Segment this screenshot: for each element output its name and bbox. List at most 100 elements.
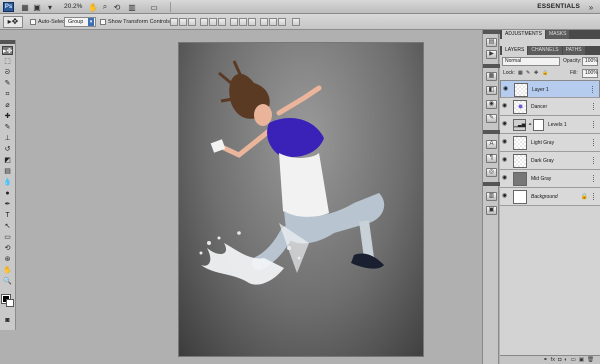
arrange-documents-button[interactable]: ▥ [126, 2, 138, 12]
background-color-swatch[interactable] [6, 299, 14, 307]
visibility-eye-icon[interactable]: ◉ [503, 86, 510, 92]
tab-paths[interactable]: PATHS [562, 46, 585, 55]
distribute-hcenter-icon[interactable] [269, 18, 277, 26]
delete-layer-icon[interactable]: 🗑 [587, 357, 594, 363]
brush-tool[interactable]: ✎ [2, 123, 13, 132]
eyedropper-tool[interactable]: ⌀ [2, 101, 13, 110]
show-transform-checkbox[interactable] [100, 19, 106, 25]
healing-tool[interactable]: ✚ [2, 112, 13, 121]
visibility-eye-icon[interactable]: ◉ [502, 139, 509, 145]
quick-mask-icon[interactable]: ◙ [2, 316, 13, 325]
zoom-tool[interactable]: 🔍 [2, 277, 13, 286]
distribute-bottom-icon[interactable] [248, 18, 256, 26]
add-mask-icon[interactable]: ◘ [558, 357, 561, 363]
layer-name[interactable]: Dancer [531, 104, 547, 110]
navigator-icon[interactable]: ◉ [486, 100, 497, 109]
lasso-tool[interactable]: ᘐ [2, 68, 13, 77]
align-bottom-icon[interactable] [188, 18, 196, 26]
visibility-eye-icon[interactable]: ◉ [502, 157, 509, 163]
lock-transparent-icon[interactable]: ▦ [518, 69, 523, 77]
swatches-icon[interactable]: ▦ [486, 72, 497, 81]
layer-mask-thumbnail[interactable] [533, 119, 544, 131]
layer-row[interactable]: ◉ Layer 1 [500, 80, 600, 98]
notes-icon[interactable]: ▣ [486, 206, 497, 215]
actions-icon[interactable]: ▶ [486, 50, 497, 59]
layer-row[interactable]: ◉ Dancer [500, 98, 600, 116]
distribute-top-icon[interactable] [230, 18, 238, 26]
minibridge-icon[interactable]: ▣ [32, 2, 42, 12]
tab-channels[interactable]: CHANNELS [528, 46, 562, 55]
distribute-left-icon[interactable] [260, 18, 268, 26]
blur-tool[interactable]: 💧 [2, 178, 13, 187]
opacity-field[interactable]: 100% [582, 57, 598, 66]
auto-select-checkbox[interactable] [30, 19, 36, 25]
layer-row[interactable]: ◉ Dark Gray [500, 152, 600, 170]
fill-field[interactable]: 100% [582, 69, 598, 78]
distribute-vcenter-icon[interactable] [239, 18, 247, 26]
align-vcenter-icon[interactable] [179, 18, 187, 26]
layer-name[interactable]: Light Gray [531, 140, 554, 146]
align-hcenter-icon[interactable] [209, 18, 217, 26]
tab-adjustments[interactable]: ADJUSTMENTS [502, 30, 545, 39]
visibility-eye-icon[interactable]: ◉ [502, 103, 509, 109]
crop-tool[interactable]: ⌗ [2, 90, 13, 99]
link-icon[interactable]: ⚭ [528, 122, 532, 128]
styles-icon[interactable]: ◧ [486, 86, 497, 95]
workspace-menu-icon[interactable]: » [586, 2, 596, 12]
character-icon[interactable]: A [486, 140, 497, 149]
quick-select-tool[interactable]: ✎ [2, 79, 13, 88]
screen-mode-button[interactable]: ▭ [148, 2, 160, 12]
zoom-level[interactable]: 20.2% [64, 2, 82, 12]
paragraph-icon[interactable]: ¶ [486, 154, 497, 163]
tool-preset-picker[interactable]: ▸✥ [3, 16, 23, 28]
layer-name[interactable]: Layer 1 [532, 87, 549, 93]
history-brush-tool[interactable]: ↺ [2, 145, 13, 154]
visibility-eye-icon[interactable]: ◉ [502, 193, 509, 199]
blend-mode-dropdown[interactable]: Normal [502, 57, 560, 66]
pen-tool[interactable]: ✒ [2, 200, 13, 209]
tab-masks[interactable]: MASKS [545, 30, 570, 39]
layer-row[interactable]: ◉ Light Gray [500, 134, 600, 152]
hand-tool[interactable]: ✋ [2, 266, 13, 275]
rotate-view-icon[interactable]: ⟲ [112, 2, 122, 12]
auto-align-icon[interactable] [292, 18, 300, 26]
panel-grip[interactable] [483, 182, 500, 186]
gradient-tool[interactable]: ▤ [2, 167, 13, 176]
document-canvas[interactable] [179, 43, 423, 356]
layer-name[interactable]: Dark Gray [531, 158, 554, 164]
brushes-icon[interactable]: ✎ [486, 114, 497, 123]
dodge-tool[interactable]: ● [2, 189, 13, 198]
panel-grip[interactable] [0, 40, 15, 44]
panel-grip[interactable] [483, 30, 500, 34]
align-top-icon[interactable] [170, 18, 178, 26]
visibility-eye-icon[interactable]: ◉ [502, 175, 509, 181]
visibility-eye-icon[interactable]: ◉ [502, 121, 509, 127]
tool-presets-icon[interactable]: ▥ [486, 192, 497, 201]
layer-row[interactable]: ◉ ▁▃▅ ⚭ Levels 1 [500, 116, 600, 134]
lock-all-icon[interactable]: 🔒 [542, 69, 548, 77]
panel-grip[interactable] [483, 64, 500, 68]
lock-position-icon[interactable]: ✥ [534, 69, 538, 77]
path-select-tool[interactable]: ↖ [2, 222, 13, 231]
layer-row[interactable]: ◉ Mid Gray [500, 170, 600, 188]
layer-name[interactable]: Mid Gray [531, 176, 551, 182]
marquee-tool[interactable]: ⬚ [2, 57, 13, 66]
hand-icon[interactable]: ✋ [88, 2, 98, 12]
layer-row[interactable]: ◉ Background 🔒 [500, 188, 600, 206]
3d-rotate-tool[interactable]: ⟲ [2, 244, 13, 253]
bridge-icon[interactable]: ▦ [20, 2, 30, 12]
clone-source-icon[interactable]: ◎ [486, 168, 497, 177]
3d-camera-tool[interactable]: ⊛ [2, 255, 13, 264]
new-layer-icon[interactable]: ▣ [579, 357, 584, 363]
history-icon[interactable]: ▤ [486, 38, 497, 47]
eraser-tool[interactable]: ◩ [2, 156, 13, 165]
layer-style-icon[interactable]: fx [551, 357, 555, 363]
distribute-right-icon[interactable] [278, 18, 286, 26]
extras-menu-button[interactable]: ▾ [44, 2, 56, 12]
move-tool[interactable]: ▸✥ [2, 46, 13, 55]
new-group-icon[interactable]: ▭ [571, 357, 576, 363]
stamp-tool[interactable]: ⊥ [2, 134, 13, 143]
lock-pixels-icon[interactable]: ✎ [526, 69, 530, 77]
layer-name[interactable]: Levels 1 [548, 122, 567, 128]
adjustment-layer-icon[interactable]: ◐ [564, 357, 567, 363]
